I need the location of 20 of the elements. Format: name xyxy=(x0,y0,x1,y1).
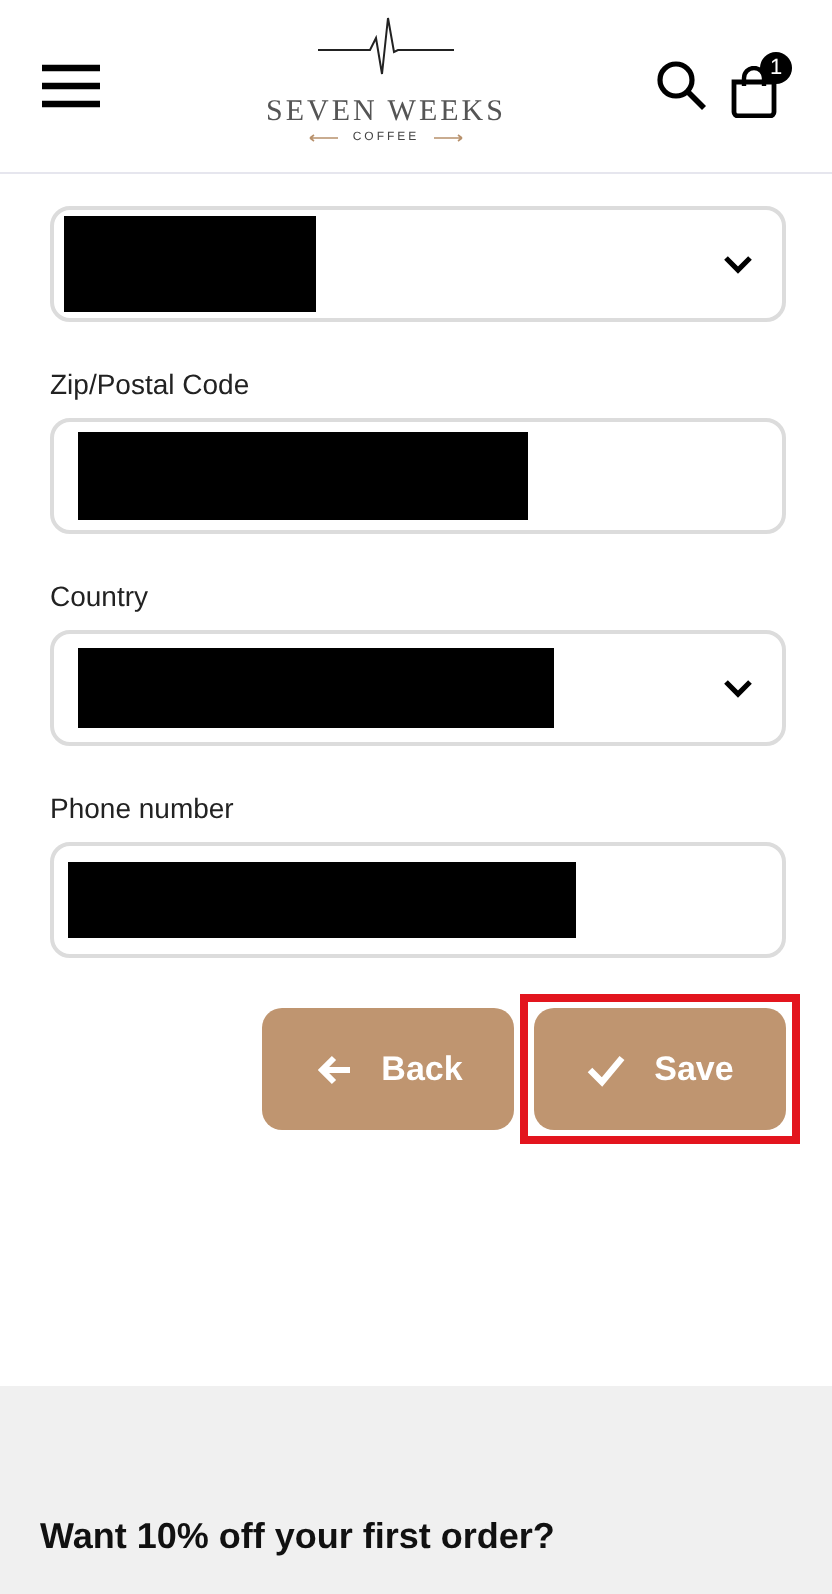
chevron-down-icon xyxy=(722,254,754,274)
select-field[interactable] xyxy=(50,206,786,322)
back-button[interactable]: Back xyxy=(262,1008,514,1130)
select-field[interactable] xyxy=(50,630,786,746)
menu-icon[interactable] xyxy=(40,62,102,110)
search-icon[interactable] xyxy=(656,60,708,112)
cart-count-badge: 1 xyxy=(760,52,792,84)
save-button[interactable]: Save xyxy=(534,1008,786,1130)
input-field[interactable] xyxy=(50,842,786,958)
footer-heading: Want 10% off your first order? xyxy=(40,1516,557,1558)
logo-text: SEVEN WEEKS xyxy=(266,96,506,128)
check-icon xyxy=(586,1051,627,1087)
field-label: Country xyxy=(50,580,151,612)
arrow-left-icon xyxy=(313,1051,354,1087)
input-field[interactable] xyxy=(50,418,786,534)
field-label: Zip/Postal Code xyxy=(50,368,252,400)
line-arrow-icon xyxy=(308,134,341,142)
chevron-down-icon xyxy=(722,678,754,698)
line-arrow-icon xyxy=(431,134,464,142)
field-label: Phone number xyxy=(50,792,236,824)
